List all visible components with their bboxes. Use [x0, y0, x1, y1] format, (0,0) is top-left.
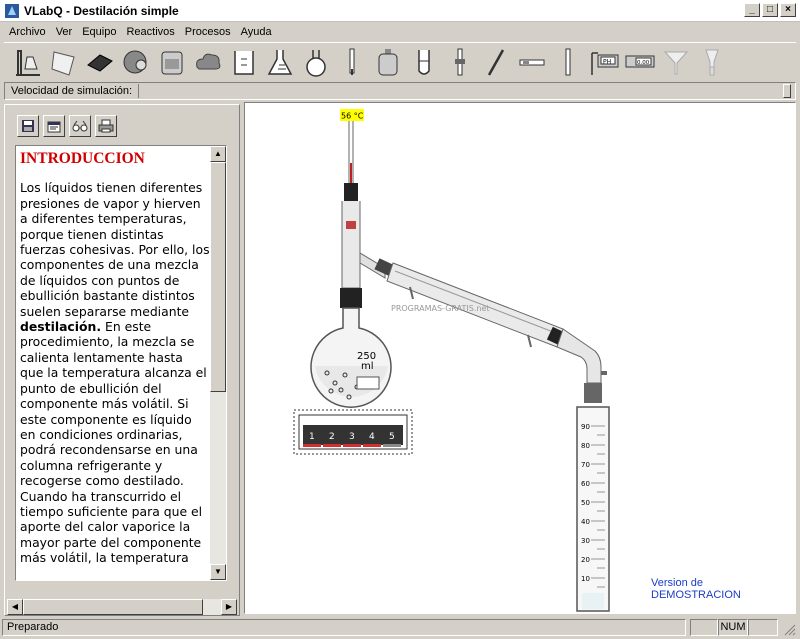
simulation-speed-slider[interactable] — [138, 84, 795, 98]
cylinder-tick-10: 10 — [581, 575, 590, 583]
print-icon[interactable] — [95, 115, 117, 137]
title-bar: VLabQ - Destilación simple _ □ × — [0, 0, 800, 22]
menu-equipo[interactable]: Equipo — [77, 26, 121, 38]
save-icon[interactable] — [17, 115, 39, 137]
demo-notice: Version de DEMOSTRACION — [651, 577, 741, 601]
properties-icon[interactable] — [43, 115, 65, 137]
app-icon — [5, 3, 19, 18]
scroll-left-button[interactable]: ◀ — [7, 599, 23, 615]
burette-tool-icon[interactable] — [48, 46, 80, 78]
status-text: Preparado — [2, 619, 686, 636]
menu-bar: Archivo Ver Equipo Reactivos Procesos Ay… — [0, 22, 800, 42]
heater-level-3: 3 — [349, 432, 355, 442]
funnel-icon[interactable] — [660, 46, 692, 78]
round-bottom-flask[interactable]: 250 ml — [310, 288, 392, 408]
thermometer-stopper — [344, 183, 358, 201]
ph-meter-icon[interactable]: PH — [588, 46, 620, 78]
round-flask-icon[interactable] — [300, 46, 332, 78]
horizontal-scroll-thumb[interactable] — [23, 599, 203, 615]
test-tube-icon[interactable] — [408, 46, 440, 78]
beaker-icon[interactable] — [228, 46, 260, 78]
introduction-textbox[interactable]: INTRODUCCION Los líquidos tienen diferen… — [15, 145, 227, 581]
heater-level-5: 5 — [389, 432, 395, 442]
glasses-icon[interactable] — [69, 115, 91, 137]
stopcock-icon[interactable] — [444, 46, 476, 78]
heater-icon[interactable] — [120, 46, 152, 78]
panel-horizontal-scrollbar[interactable]: ◀ ▶ — [7, 599, 237, 615]
cylinder-tick-60: 60 — [581, 480, 590, 488]
graduated-cylinder[interactable]: 90 80 70 60 50 40 30 20 10 — [576, 406, 610, 612]
cylinder-tick-40: 40 — [581, 518, 590, 526]
text-vertical-scrollbar[interactable]: ▲ ▼ — [210, 146, 226, 580]
svg-text:0.00: 0.00 — [637, 60, 650, 66]
bottle-icon[interactable] — [372, 46, 404, 78]
condenser[interactable] — [359, 252, 607, 403]
cylinder-tick-50: 50 — [581, 499, 590, 507]
simulation-speed-thumb[interactable] — [783, 84, 791, 98]
scroll-up-button[interactable]: ▲ — [210, 146, 226, 162]
minimize-button[interactable]: _ — [744, 3, 760, 17]
rod-icon[interactable] — [480, 46, 512, 78]
scroll-down-button[interactable]: ▼ — [210, 564, 226, 580]
thermometer-icon[interactable] — [336, 46, 368, 78]
heater-level-2: 2 — [329, 432, 335, 442]
maximize-button[interactable]: □ — [762, 3, 778, 17]
balance-icon[interactable]: 0.00 — [624, 46, 656, 78]
heating-mantle[interactable]: 1 2 3 4 5 — [293, 409, 413, 455]
cylinder-tick-30: 30 — [581, 537, 590, 545]
menu-ver[interactable]: Ver — [51, 26, 78, 38]
simulation-speed-bar: Velocidad de simulación: — [4, 82, 796, 100]
heater-level-1: 1 — [309, 432, 315, 442]
cylinder-tick-80: 80 — [581, 442, 590, 450]
status-bar: Preparado NUM — [0, 618, 800, 638]
introduction-body: Los líquidos tienen diferentes presiones… — [20, 180, 210, 566]
cloud-icon[interactable] — [192, 46, 224, 78]
menu-ayuda[interactable]: Ayuda — [236, 26, 277, 38]
status-cell-scroll — [748, 619, 778, 636]
erlenmeyer-icon[interactable] — [264, 46, 296, 78]
heater-level-4: 4 — [369, 432, 375, 442]
equipment-toolbar: PH 0.00 — [4, 42, 796, 80]
menu-reactivos[interactable]: Reactivos — [121, 26, 179, 38]
svg-text:PH: PH — [603, 58, 611, 65]
menu-procesos[interactable]: Procesos — [180, 26, 236, 38]
simulation-canvas[interactable]: 56 °C 250 ml PROGRAMAS-GRATIS.net 1 2 3 … — [244, 102, 796, 614]
flask-stand-icon[interactable] — [12, 46, 44, 78]
num-lock-indicator: NUM — [718, 619, 748, 636]
simulation-speed-label: Velocidad de simulación: — [11, 85, 133, 97]
scroll-right-button[interactable]: ▶ — [221, 599, 237, 615]
status-cell-empty — [690, 619, 718, 636]
pipette-icon[interactable] — [516, 46, 548, 78]
introduction-heading: INTRODUCCION — [20, 150, 145, 167]
separatory-funnel-icon[interactable] — [696, 46, 728, 78]
tube-icon[interactable] — [552, 46, 584, 78]
beaker-stack-icon[interactable] — [156, 46, 188, 78]
menu-archivo[interactable]: Archivo — [4, 26, 51, 38]
cylinder-tick-70: 70 — [581, 461, 590, 469]
flask-unit-label: ml — [361, 361, 374, 372]
resize-grip-icon[interactable] — [782, 622, 796, 636]
cylinder-tick-90: 90 — [581, 423, 590, 431]
cylinder-tick-20: 20 — [581, 556, 590, 564]
close-button[interactable]: × — [780, 3, 796, 17]
info-panel: INTRODUCCION Los líquidos tienen diferen… — [4, 104, 240, 616]
plate-icon[interactable] — [84, 46, 116, 78]
temperature-readout: 56 °C — [341, 112, 364, 121]
window-title: VLabQ - Destilación simple — [24, 3, 179, 18]
distillation-apparatus: 56 °C 250 ml PROGRAMAS-GRATIS.net 1 2 3 … — [293, 109, 610, 612]
watermark-text: PROGRAMAS-GRATIS.net — [391, 304, 490, 313]
vertical-scroll-thumb[interactable] — [210, 162, 226, 392]
